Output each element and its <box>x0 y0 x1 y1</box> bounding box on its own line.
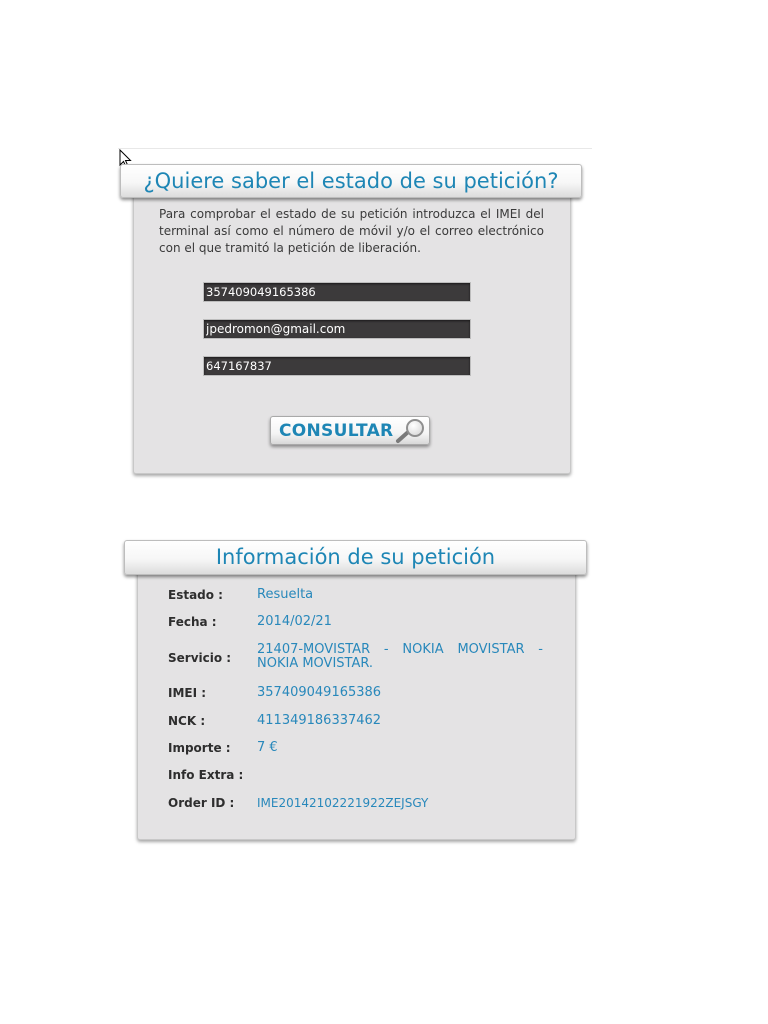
info-label: IMEI : <box>168 686 207 700</box>
info-label: Estado : <box>168 588 223 602</box>
phone-input[interactable] <box>203 356 471 376</box>
query-panel-title: ¿Quiere saber el estado de su petición? <box>120 164 582 198</box>
email-input[interactable] <box>203 319 471 339</box>
divider <box>118 148 592 149</box>
info-label: Fecha : <box>168 615 217 629</box>
info-value: 21407-MOVISTAR - NOKIA MOVISTAR - NOKIA … <box>257 642 543 671</box>
page: ¿Quiere saber el estado de su petición? … <box>0 0 768 1024</box>
intro-text: Para comprobar el estado de su petición … <box>159 207 544 255</box>
info-label: NCK : <box>168 714 206 728</box>
info-value: 7 € <box>257 740 278 755</box>
info-value: IME20142102221922ZEJSGY <box>257 796 429 810</box>
info-label: Servicio : <box>168 651 232 665</box>
info-label: Importe : <box>168 741 231 755</box>
info-panel-title: Información de su petición <box>124 540 587 575</box>
imei-input[interactable] <box>203 282 471 302</box>
info-value: Resuelta <box>257 587 314 602</box>
magnifier-icon <box>396 419 424 443</box>
consultar-button[interactable]: CONSULTAR <box>270 416 430 445</box>
info-label: Order ID : <box>168 796 235 810</box>
info-value: 2014/02/21 <box>257 614 332 629</box>
info-value: 357409049165386 <box>257 685 382 700</box>
info-value: 411349186337462 <box>257 713 382 728</box>
info-label: Info Extra : <box>168 768 244 782</box>
consultar-button-label: CONSULTAR <box>279 421 394 441</box>
